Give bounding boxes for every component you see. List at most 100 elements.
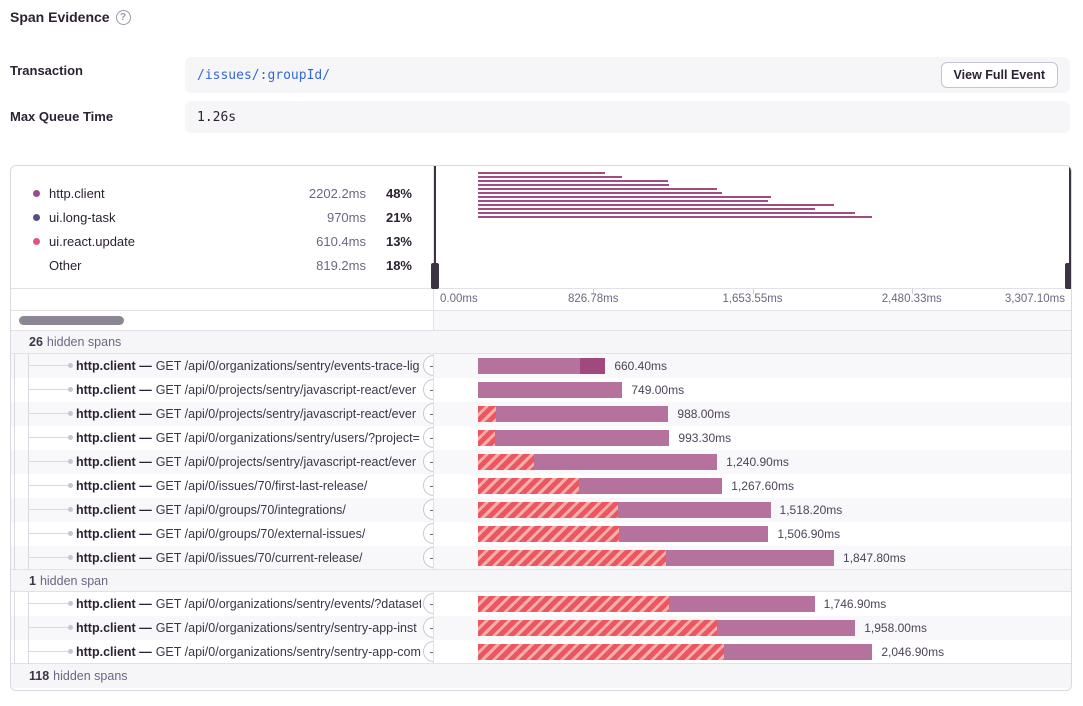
minimap-span-bar [478, 216, 872, 218]
span-evidence-widget: http.client2202.2ms48%ui.long-task970ms2… [10, 165, 1072, 691]
minimap-span-bar [478, 212, 855, 214]
expand-span-button[interactable]: + [423, 379, 434, 400]
span-row: http.client —GET /api/0/organizations/se… [11, 640, 1071, 664]
tree-node-dot [68, 411, 73, 416]
tree-node-dot [68, 649, 73, 654]
span-url: GET /api/0/organizations/sentry/events/?… [156, 597, 421, 611]
legend-value: 970ms [327, 210, 366, 225]
tree-node-dot [68, 363, 73, 368]
hidden-spans-count: 26 [29, 335, 43, 349]
minimap-right-handle[interactable] [1069, 166, 1071, 288]
expand-span-button[interactable]: + [423, 593, 434, 614]
tree-connector-line [28, 651, 68, 652]
span-duration-label: 1,240.90ms [726, 455, 789, 469]
tree-trunk-line [14, 616, 15, 640]
hidden-spans-text: hidden spans [47, 335, 121, 349]
span-op: http.client — [76, 645, 152, 659]
tree-trunk-line [28, 378, 29, 402]
span-row: http.client —GET /api/0/organizations/se… [11, 616, 1071, 640]
span-duration-bar [478, 382, 622, 398]
span-description: http.client —GET /api/0/organizations/se… [76, 354, 421, 378]
span-duration-label: 1,267.60ms [731, 479, 794, 493]
tree-node-dot [68, 531, 73, 536]
span-description: http.client —GET /api/0/organizations/se… [76, 640, 421, 664]
max-queue-time-box: 1.26s [185, 101, 1070, 133]
span-duration-label: 2,046.90ms [881, 645, 944, 659]
legend-percent: 18% [366, 258, 412, 273]
queue-time-hatch [478, 502, 618, 518]
tree-connector-line [28, 485, 68, 486]
span-op: http.client — [76, 527, 152, 541]
overlap-segment [580, 358, 605, 374]
span-duration-bar [478, 502, 770, 518]
queue-time-hatch [478, 620, 716, 636]
tree-trunk-line [14, 546, 15, 570]
legend-dot-icon [33, 238, 40, 245]
span-duration-bar [478, 550, 834, 566]
expand-span-button[interactable]: + [423, 475, 434, 496]
legend-item: ui.react.update610.4ms13% [33, 229, 412, 253]
span-row: http.client —GET /api/0/issues/70/curren… [11, 546, 1071, 570]
tree-connector-line [28, 557, 68, 558]
span-duration-bar [478, 430, 669, 446]
expand-span-button[interactable]: + [423, 523, 434, 544]
span-duration-bar [478, 406, 668, 422]
queue-time-hatch [478, 644, 724, 660]
expand-span-button[interactable]: + [423, 451, 434, 472]
span-duration-label: 1,746.90ms [824, 597, 887, 611]
span-row: http.client —GET /api/0/groups/70/integr… [11, 498, 1071, 522]
hidden-spans-row: 118hidden spans [11, 663, 1071, 688]
span-url: GET /api/0/issues/70/first-last-release/ [156, 479, 368, 493]
tree-connector-line [28, 461, 68, 462]
tree-trunk-line [28, 450, 29, 474]
expand-span-button[interactable]: + [423, 403, 434, 424]
span-duration-label: 1,518.20ms [780, 503, 843, 517]
tree-trunk-line [14, 592, 15, 616]
span-op: http.client — [76, 407, 152, 421]
expand-span-button[interactable]: + [423, 617, 434, 638]
span-duration-label: 993.30ms [678, 431, 731, 445]
help-icon[interactable]: ? [116, 10, 131, 25]
span-op: http.client — [76, 479, 152, 493]
tree-node-dot [68, 555, 73, 560]
time-axis: 0.00ms826.78ms1,653.55ms2,480.33ms3,307.… [11, 288, 1071, 311]
span-row: http.client —GET /api/0/organizations/se… [11, 426, 1071, 450]
axis-tick-label: 3,307.10ms [1005, 293, 1065, 305]
span-url: GET /api/0/organizations/sentry/events-t… [156, 359, 420, 373]
tree-node-dot [68, 483, 73, 488]
expand-span-button[interactable]: + [423, 547, 434, 568]
tree-trunk-line [14, 522, 15, 546]
minimap-span-bar [478, 192, 722, 194]
expand-span-button[interactable]: + [423, 641, 434, 662]
legend-item: http.client2202.2ms48% [33, 181, 412, 205]
tree-trunk-line [14, 450, 15, 474]
span-duration-label: 1,847.80ms [843, 551, 906, 565]
legend-value: 610.4ms [316, 234, 366, 249]
expand-span-button[interactable]: + [423, 499, 434, 520]
tree-connector-line [28, 627, 68, 628]
legend-dot-icon [33, 214, 40, 221]
minimap-span-bar [478, 204, 834, 206]
page-header: Span Evidence ? [10, 9, 131, 25]
queue-time-hatch [478, 406, 496, 422]
legend-list: http.client2202.2ms48%ui.long-task970ms2… [11, 166, 434, 288]
minimap-left-handle[interactable] [434, 166, 436, 288]
minimap-span-bar [478, 176, 622, 178]
tree-trunk-line [28, 426, 29, 450]
expand-span-button[interactable]: + [423, 427, 434, 448]
span-row: http.client —GET /api/0/projects/sentry/… [11, 450, 1071, 474]
span-description: http.client —GET /api/0/organizations/se… [76, 616, 421, 640]
span-row: http.client —GET /api/0/organizations/se… [11, 592, 1071, 616]
tree-trunk-line [28, 546, 29, 570]
horizontal-scrollbar[interactable] [19, 316, 124, 325]
legend-label: ui.react.update [49, 234, 316, 249]
expand-span-button[interactable]: + [423, 355, 434, 376]
hidden-spans-count: 118 [29, 669, 49, 683]
tree-trunk-line [28, 592, 29, 616]
span-duration-label: 749.00ms [631, 383, 684, 397]
tree-trunk-line [28, 402, 29, 426]
span-duration-bar [478, 454, 717, 470]
tree-connector-line [28, 413, 68, 414]
view-full-event-button[interactable]: View Full Event [941, 62, 1058, 88]
span-duration-bar [478, 620, 855, 636]
